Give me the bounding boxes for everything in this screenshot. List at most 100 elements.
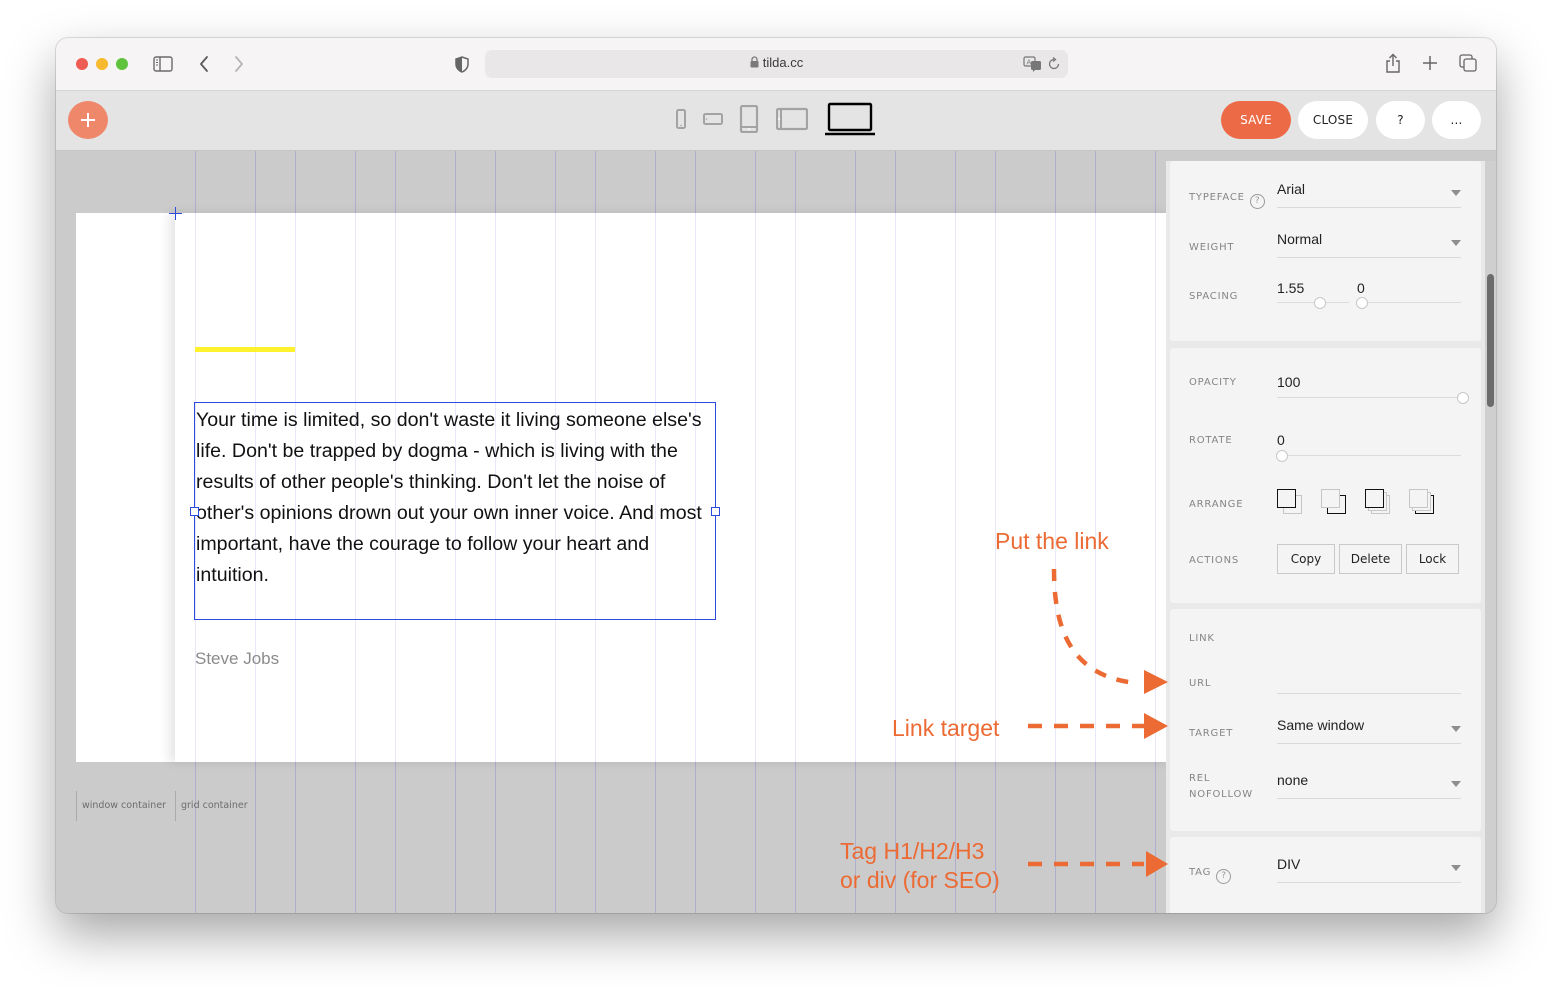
- grid-container-label[interactable]: grid container: [175, 791, 248, 821]
- new-tab-icon[interactable]: [1422, 54, 1438, 72]
- letter-spacing-slider[interactable]: [1357, 302, 1461, 303]
- weight-select[interactable]: Normal: [1277, 231, 1461, 258]
- save-button[interactable]: SAVE: [1221, 101, 1291, 139]
- tag-card: Tag? DIV: [1170, 837, 1481, 913]
- help-icon[interactable]: ?: [1216, 869, 1232, 884]
- device-phone-landscape-button[interactable]: [702, 111, 724, 127]
- typeface-label: Typeface?: [1189, 190, 1265, 209]
- sidebar-icon[interactable]: [153, 54, 173, 74]
- weight-value: Normal: [1277, 231, 1323, 247]
- grid-column-line: [755, 213, 756, 762]
- link-card: Link URL Target Same window Rel Nofollow…: [1170, 609, 1481, 831]
- device-desktop-button[interactable]: [825, 102, 875, 136]
- delete-button[interactable]: Delete: [1339, 544, 1402, 574]
- grid-column-line: [1155, 213, 1156, 762]
- grid-column-line: [855, 213, 856, 762]
- letter-spacing-slider-knob[interactable]: [1356, 297, 1368, 309]
- quote-text[interactable]: Your time is limited, so don't waste it …: [196, 405, 718, 591]
- opacity-slider-knob[interactable]: [1457, 392, 1469, 404]
- browser-toolbar: tilda.cc A: [56, 38, 1496, 91]
- close-window-button[interactable]: [76, 58, 88, 70]
- translate-icon[interactable]: A: [1023, 55, 1043, 73]
- typeface-label-text: Typeface: [1189, 192, 1245, 203]
- device-tablet-landscape-button[interactable]: [775, 107, 809, 131]
- lock-button[interactable]: Lock: [1406, 544, 1459, 574]
- chevron-down-icon: [1451, 781, 1461, 787]
- rotate-value[interactable]: 0: [1277, 432, 1285, 448]
- rotate-slider[interactable]: [1277, 455, 1461, 456]
- grid-column-line: [995, 213, 996, 762]
- copy-button[interactable]: Copy: [1277, 544, 1335, 574]
- more-button[interactable]: ...: [1432, 101, 1481, 139]
- url-label: URL: [1189, 678, 1212, 689]
- link-section-label: Link: [1189, 633, 1215, 644]
- tabs-overview-icon[interactable]: [1459, 54, 1477, 72]
- resize-handle-left[interactable]: [190, 507, 199, 516]
- panel-scrollbar-thumb[interactable]: [1487, 274, 1494, 407]
- help-icon[interactable]: ?: [1249, 194, 1265, 209]
- chevron-down-icon: [1451, 240, 1461, 246]
- zoom-window-button[interactable]: [116, 58, 128, 70]
- arrange-label: Arrange: [1189, 499, 1244, 510]
- share-icon[interactable]: [1384, 52, 1402, 74]
- editor-toolbar: SAVE CLOSE ? ...: [56, 91, 1496, 151]
- author-text[interactable]: Steve Jobs: [195, 649, 279, 669]
- weight-label: Weight: [1189, 242, 1235, 253]
- target-label: Target: [1189, 728, 1234, 739]
- privacy-shield-icon[interactable]: [454, 55, 470, 73]
- line-height-slider[interactable]: [1277, 302, 1349, 303]
- line-height-slider-knob[interactable]: [1314, 297, 1326, 309]
- annotation-link-target: Link target: [892, 715, 1000, 741]
- rotate-slider-knob[interactable]: [1276, 450, 1288, 462]
- chevron-down-icon: [1451, 865, 1461, 871]
- typeface-select[interactable]: Arial: [1277, 181, 1461, 208]
- reload-icon[interactable]: [1046, 55, 1062, 73]
- annotation-put-link: Put the link: [995, 528, 1109, 554]
- resize-handle-right[interactable]: [711, 507, 720, 516]
- laptop-icon: [825, 102, 875, 136]
- selected-text-element[interactable]: Your time is limited, so don't waste it …: [190, 402, 720, 620]
- actions-label: Actions: [1189, 555, 1240, 566]
- bring-to-front-icon[interactable]: [1277, 489, 1303, 515]
- phone-landscape-icon: [703, 113, 723, 125]
- device-phone-portrait-button[interactable]: [674, 107, 688, 131]
- url-input[interactable]: [1277, 667, 1461, 694]
- svg-text:A: A: [1027, 59, 1032, 67]
- rel-label: Rel: [1189, 773, 1211, 784]
- browser-window: tilda.cc A SAVE CLOSE ? ... Your time is…: [56, 38, 1496, 913]
- line-height-value[interactable]: 1.55: [1277, 280, 1304, 296]
- target-select[interactable]: Same window: [1277, 717, 1461, 744]
- typeface-value: Arial: [1277, 181, 1306, 197]
- rel-nofollow-select[interactable]: none: [1277, 772, 1461, 799]
- typography-card: Typeface? Arial Weight Normal Spacing 1.…: [1170, 161, 1481, 341]
- add-element-button[interactable]: [68, 101, 108, 139]
- window-container-label[interactable]: window container: [76, 791, 166, 821]
- phone-portrait-icon: [676, 109, 686, 129]
- chevron-down-icon: [1451, 190, 1461, 196]
- yellow-divider[interactable]: [195, 347, 295, 352]
- annotation-tag-line1: Tag H1/H2/H3: [840, 838, 985, 864]
- letter-spacing-value[interactable]: 0: [1357, 280, 1365, 296]
- send-backward-icon[interactable]: [1409, 489, 1435, 515]
- tag-select[interactable]: DIV: [1277, 856, 1461, 883]
- device-tablet-portrait-button[interactable]: [738, 104, 760, 134]
- grid-column-line: [895, 213, 896, 762]
- forward-icon[interactable]: [232, 54, 246, 74]
- plus-icon: [81, 113, 95, 127]
- tag-label-text: Tag: [1189, 867, 1212, 878]
- lock-icon: [750, 56, 759, 71]
- editor-workspace: Your time is limited, so don't waste it …: [56, 151, 1496, 913]
- send-to-back-icon[interactable]: [1321, 489, 1347, 515]
- back-icon[interactable]: [197, 54, 211, 74]
- chevron-down-icon: [1451, 726, 1461, 732]
- opacity-slider[interactable]: [1277, 397, 1461, 398]
- opacity-value[interactable]: 100: [1277, 374, 1300, 390]
- address-bar[interactable]: tilda.cc A: [485, 50, 1068, 78]
- help-button[interactable]: ?: [1376, 101, 1425, 139]
- tag-label: Tag?: [1189, 865, 1232, 884]
- bring-forward-icon[interactable]: [1365, 489, 1391, 515]
- minimize-window-button[interactable]: [96, 58, 108, 70]
- grid-column-line: [1055, 213, 1056, 762]
- close-button[interactable]: CLOSE: [1298, 101, 1368, 139]
- rel-nofollow-value: none: [1277, 772, 1309, 788]
